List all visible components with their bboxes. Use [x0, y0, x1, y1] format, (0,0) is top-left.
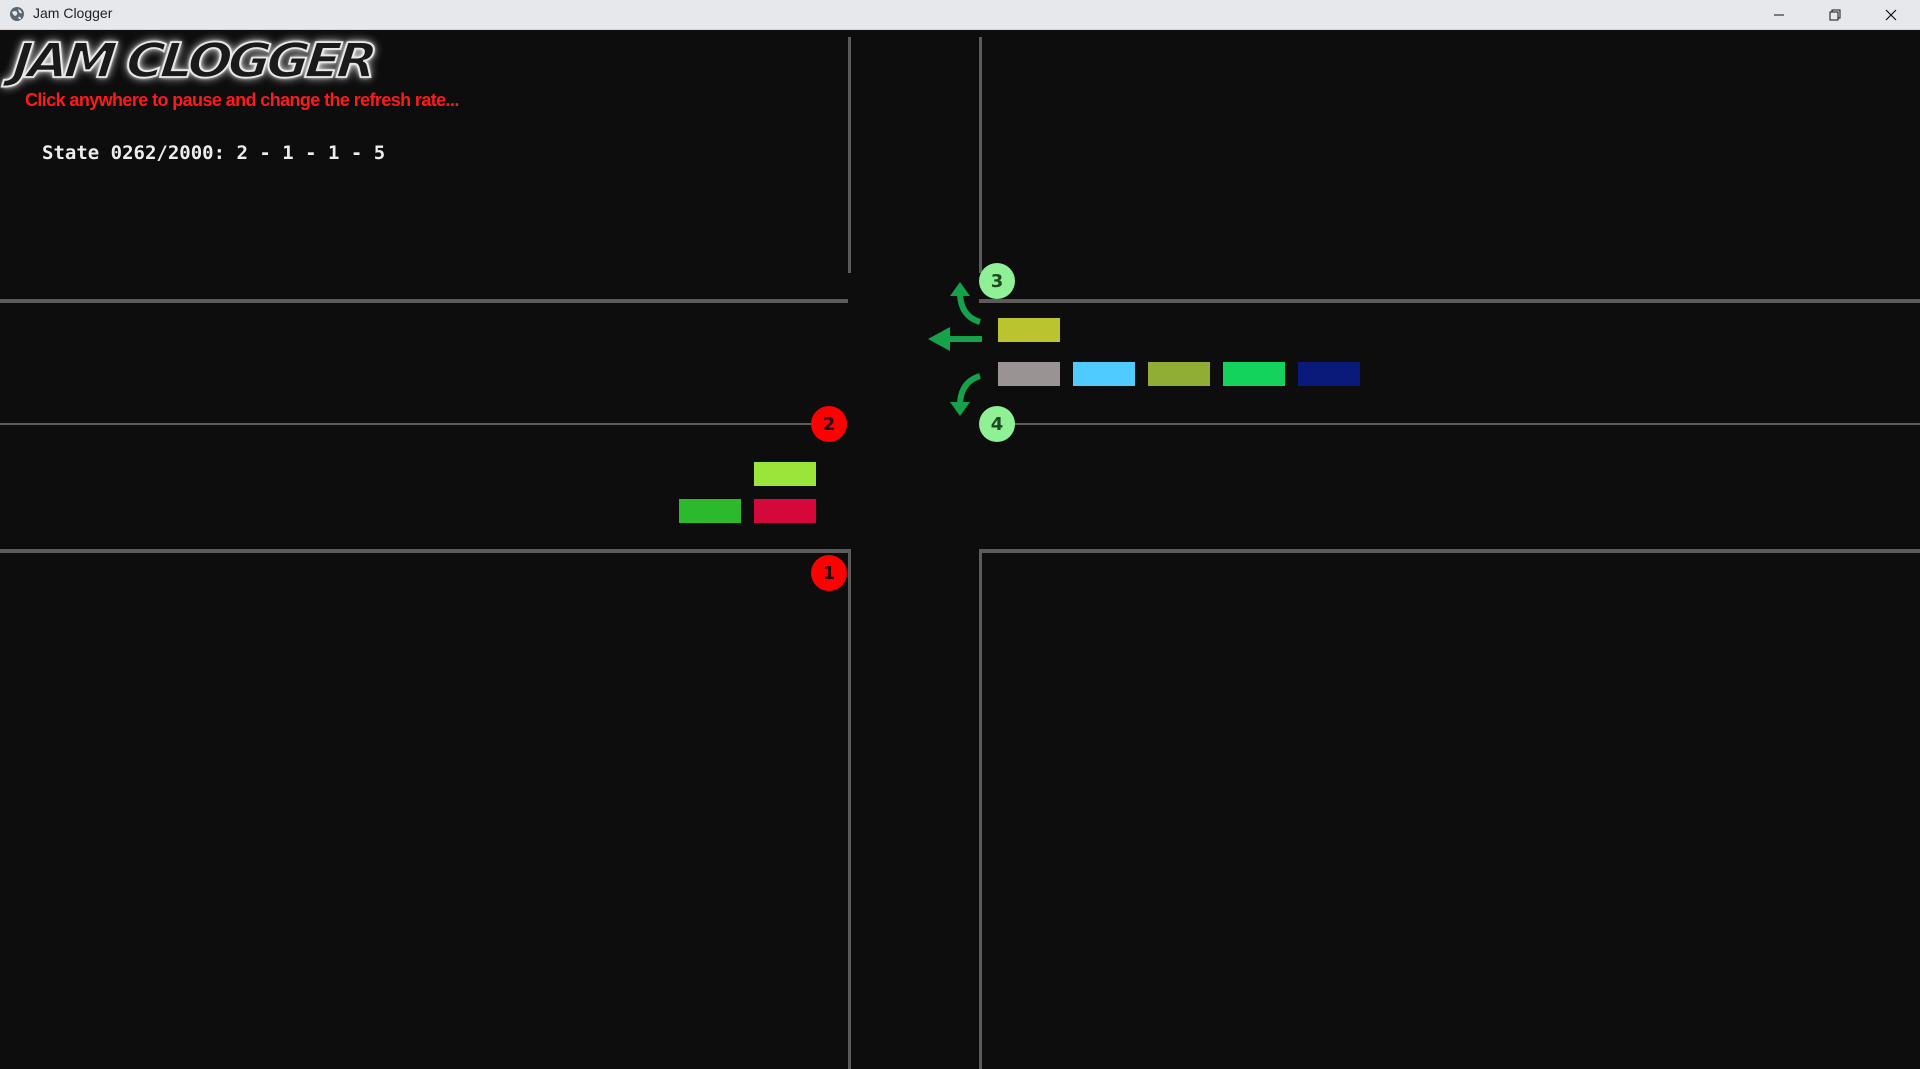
- road-center-west: [0, 423, 819, 425]
- road-center-east: [1014, 423, 1920, 425]
- traffic-light-number: 2: [822, 413, 836, 435]
- close-icon: [1885, 9, 1897, 20]
- car: [679, 499, 741, 523]
- car: [998, 362, 1060, 386]
- turn-right-up-arrow-icon: [950, 282, 982, 325]
- car: [1148, 362, 1210, 386]
- road-edge-se-horizontal: [979, 549, 1920, 553]
- car: [754, 499, 816, 523]
- globe-icon: [10, 7, 24, 21]
- road-edge-sw-vertical: [848, 549, 851, 1069]
- car: [1223, 362, 1285, 386]
- restore-button[interactable]: [1807, 0, 1863, 29]
- traffic-light-2[interactable]: 2: [811, 406, 847, 442]
- pause-hint: Click anywhere to pause and change the r…: [25, 90, 459, 110]
- road-edge-se-vertical: [979, 549, 982, 1069]
- traffic-light-number: 1: [822, 562, 836, 584]
- road-edge-nw-vertical: [848, 37, 851, 273]
- traffic-light-number: 3: [990, 270, 1004, 292]
- road-edge-ne-vertical: [979, 37, 982, 273]
- state-readout: State 0262/2000: 2 - 1 - 1 - 5: [42, 142, 386, 164]
- close-button[interactable]: [1863, 0, 1919, 29]
- straight-left-arrow-icon: [928, 327, 982, 351]
- traffic-light-1[interactable]: 1: [811, 555, 847, 591]
- car: [1298, 362, 1360, 386]
- road-edge-sw-horizontal: [0, 549, 851, 553]
- window-titlebar: Jam Clogger: [0, 0, 1920, 30]
- car: [1073, 362, 1135, 386]
- game-logo: JAM CLOGGER: [9, 33, 377, 90]
- minimize-icon: [1774, 14, 1784, 15]
- road-edge-ne-horizontal: [979, 299, 1920, 303]
- minimize-button[interactable]: [1751, 0, 1807, 29]
- turn-left-down-arrow-icon: [950, 373, 982, 416]
- window-title: Jam Clogger: [33, 5, 113, 21]
- road-edge-nw-horizontal: [0, 299, 848, 303]
- traffic-light-number: 4: [990, 413, 1004, 435]
- game-canvas[interactable]: JAM CLOGGER Click anywhere to pause and …: [0, 30, 1920, 1069]
- car: [754, 462, 816, 486]
- restore-icon: [1829, 9, 1841, 20]
- car: [998, 318, 1060, 342]
